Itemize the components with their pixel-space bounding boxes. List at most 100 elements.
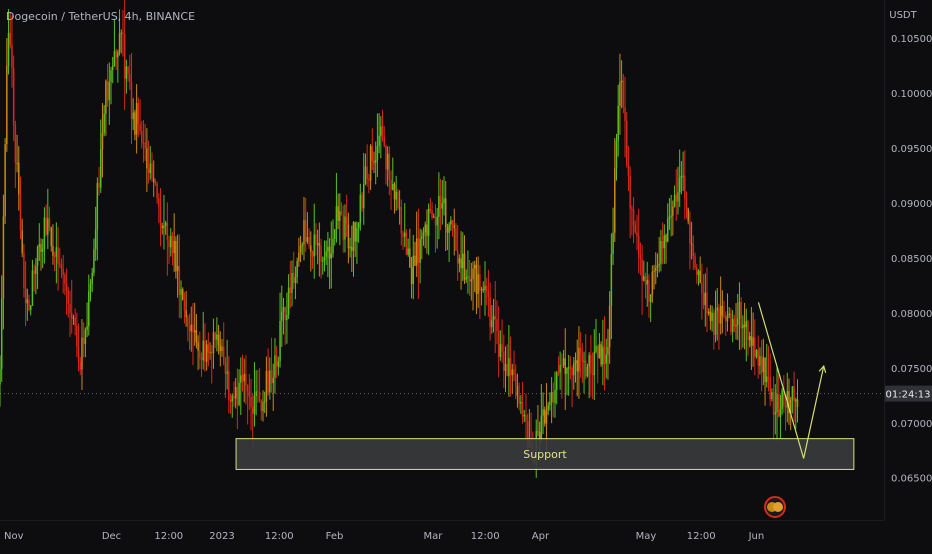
candle-body	[473, 264, 476, 269]
candle-body	[441, 203, 444, 209]
candle-body	[468, 276, 471, 282]
candle-body	[480, 289, 483, 291]
candle-body	[325, 251, 327, 258]
candle-body	[100, 149, 102, 188]
candle-body	[707, 311, 710, 314]
candle-body	[226, 371, 228, 374]
candle-body	[313, 234, 315, 257]
candle-body	[147, 168, 150, 174]
candle-body	[680, 175, 683, 178]
candle-body	[422, 232, 425, 237]
candle-body	[757, 350, 759, 366]
candle-body	[706, 292, 708, 314]
candle-body	[26, 299, 29, 304]
candle-body	[784, 406, 787, 408]
candle-body	[398, 207, 401, 209]
candle-body	[550, 391, 553, 403]
candle-body	[289, 287, 292, 293]
candle-body	[53, 255, 56, 257]
candle-body	[735, 325, 737, 327]
candle-body	[294, 277, 297, 284]
candle-body	[134, 112, 136, 135]
candle-body	[38, 244, 41, 247]
candle-body	[759, 355, 761, 366]
candle-body	[308, 237, 310, 246]
candle-body	[499, 344, 502, 357]
price-chart[interactable]: USDT 0.10500 0.10000 0.09500 0.09000 0.08500 0…	[0, 0, 932, 550]
candle-body	[122, 32, 124, 34]
candle-body	[547, 405, 549, 411]
candle-body	[106, 80, 109, 101]
candle-body	[689, 221, 691, 244]
candle-body	[274, 355, 276, 378]
candle-body	[192, 324, 194, 333]
candle-body	[195, 330, 198, 343]
candle-body	[164, 222, 167, 226]
candle-body	[357, 223, 360, 228]
candle-body	[494, 316, 496, 320]
candle-body	[183, 299, 186, 311]
candle-body	[168, 239, 170, 248]
candle-body	[190, 324, 193, 332]
candle-body	[573, 363, 575, 376]
candle-body	[0, 369, 1, 385]
candle-body	[520, 402, 522, 404]
candle-body	[209, 351, 211, 353]
candle-body	[91, 272, 93, 285]
candle-body	[19, 194, 22, 231]
candle-body	[431, 210, 433, 218]
candle-body	[719, 305, 722, 324]
candle-body	[699, 270, 701, 283]
candle-body	[33, 270, 35, 274]
candle-body	[393, 184, 396, 200]
candle-body	[219, 344, 222, 351]
candle-body	[776, 394, 778, 413]
candle-body	[634, 225, 637, 233]
candle-body	[236, 387, 239, 405]
candle-body	[40, 244, 42, 252]
candle-body	[598, 344, 601, 358]
support-zone-label: Support	[523, 448, 567, 461]
candle-body	[772, 392, 775, 415]
candle-body	[622, 80, 625, 108]
candle-body	[149, 163, 152, 174]
candle-body	[269, 370, 271, 393]
candle-body	[127, 66, 129, 74]
candle-body	[701, 282, 703, 294]
candle-body	[315, 234, 317, 245]
candle-body	[86, 326, 88, 330]
candle-body	[117, 52, 119, 58]
candle-body	[523, 414, 526, 417]
candle-body	[617, 105, 619, 141]
candle-body	[380, 126, 382, 136]
candle-body	[224, 362, 227, 374]
candle-body	[74, 317, 76, 326]
x-tick-label: 2023	[209, 531, 234, 542]
candle-body	[204, 340, 206, 362]
candle-body	[513, 369, 515, 375]
candle-body	[612, 232, 614, 254]
candle-body	[284, 307, 286, 320]
candle-body	[376, 146, 379, 160]
candle-body	[755, 350, 758, 358]
x-tick-label: 12:00	[687, 531, 716, 542]
candle-body	[545, 410, 548, 424]
candle-body	[185, 310, 187, 318]
candle-body	[605, 354, 607, 364]
candle-body	[103, 113, 105, 133]
candle-body	[279, 321, 281, 362]
candle-body	[166, 222, 169, 240]
candle-body	[417, 238, 420, 263]
candle-body	[23, 253, 25, 289]
candle-body	[608, 305, 611, 348]
candle-body	[489, 297, 491, 328]
candle-body	[11, 45, 13, 68]
candle-body	[301, 244, 304, 247]
candle-body	[603, 346, 606, 364]
candle-body	[610, 253, 613, 306]
candle-body	[460, 258, 462, 269]
candle-body	[281, 311, 283, 322]
candle-body	[419, 238, 421, 263]
candle-body	[666, 219, 669, 242]
candle-body	[685, 198, 688, 209]
